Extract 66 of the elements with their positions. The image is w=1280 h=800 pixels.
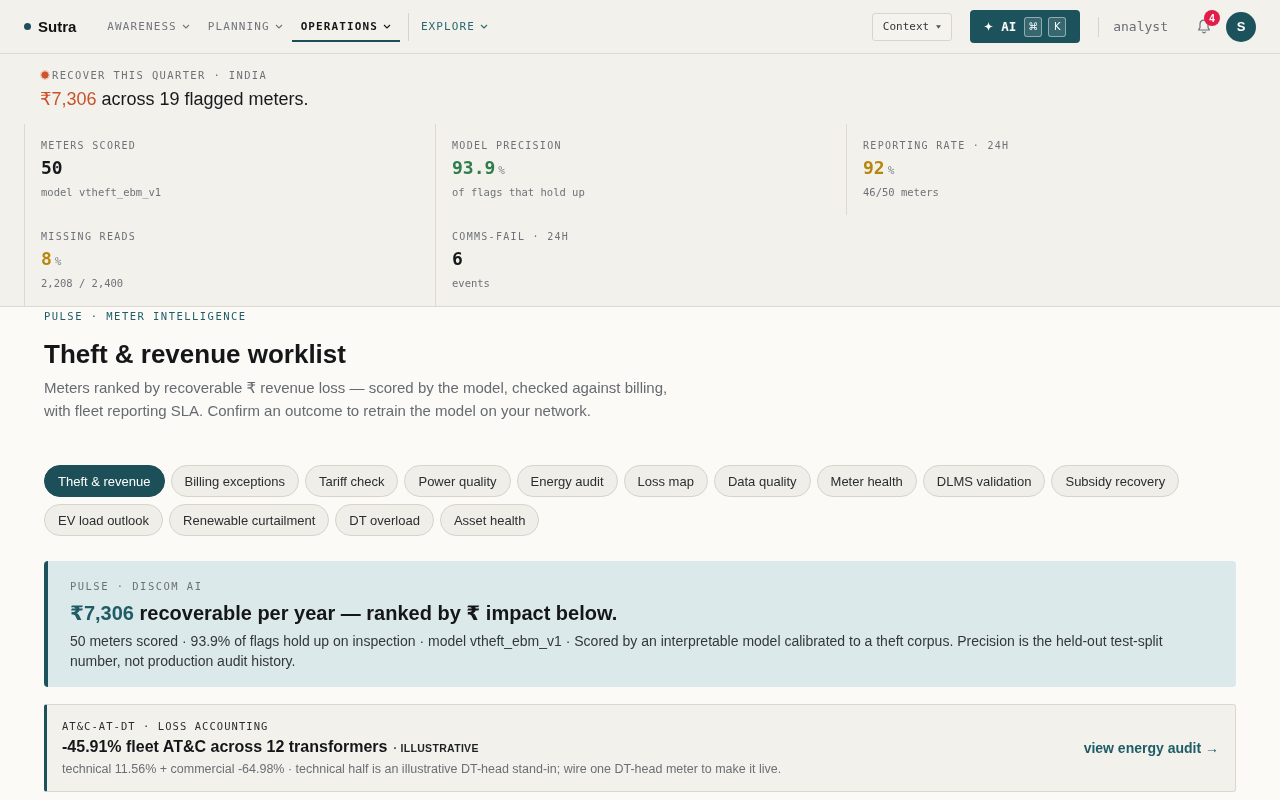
context-button[interactable]: Context: [871, 12, 953, 41]
worklist-tab[interactable]: Data quality: [713, 465, 811, 497]
kpi-value: 6: [452, 248, 463, 270]
user-avatar[interactable]: S: [1226, 11, 1256, 42]
ai-button[interactable]: AI ⌘ K: [970, 10, 1081, 43]
caret-icon: [479, 24, 488, 29]
summary-eyebrow: RECOVER THIS QUARTER · INDIA: [52, 69, 268, 81]
kpi-caption: 2,208 / 2,400: [41, 277, 125, 290]
insight-headline: ₹7,306 recoverable per year — ranked by ₹ impact below.: [70, 601, 619, 626]
loss-headline: -45.91% fleet AT&C across 12 transformers: [62, 736, 388, 757]
kpi-unit: %: [54, 255, 62, 268]
brand-name[interactable]: Sutra: [38, 18, 77, 35]
kpi-caption: 46/50 meters: [863, 186, 940, 199]
nav-menu-tab[interactable]: AWARENESS: [98, 13, 199, 42]
notification-count: 4: [1204, 10, 1220, 26]
explore-menu[interactable]: EXPLORE: [411, 13, 497, 42]
worklist-tab[interactable]: Theft & revenue: [44, 465, 165, 497]
worklist-tab[interactable]: Tariff check: [304, 465, 399, 497]
summary-headline: ₹7,306 across 19 flagged meters.: [40, 88, 310, 110]
user-role: analyst: [1113, 19, 1168, 34]
loss-eyebrow: AT&C-AT-DT · LOSS ACCOUNTING: [62, 719, 270, 732]
loss-note: technical 11.56% + commercial -64.98% · technical half is an illustrative DT-head stand-in; wire one DT-head meter to make it live.: [62, 760, 783, 777]
shortcut-key: ⌘: [1024, 16, 1043, 37]
kpi-label: MISSING READS: [41, 231, 138, 243]
page-title: Theft & revenue worklist: [44, 338, 347, 370]
shortcut-key: K: [1048, 16, 1067, 37]
page-description: Meters ranked by recoverable ₹ revenue loss — scored by the model, checked against billing, with fleet reporting SLA. Confirm an outcome to retrain the model on your network.: [44, 378, 669, 421]
illustrative-label: · ILLUSTRATIVE: [393, 741, 479, 754]
nav-menu-tab[interactable]: PLANNING: [198, 13, 292, 42]
view-energy-audit-link[interactable]: view energy audit →: [1083, 740, 1219, 756]
caret-icon: [274, 24, 283, 29]
worklist-tab[interactable]: Power quality: [404, 465, 511, 497]
kpi-unit: %: [498, 164, 505, 177]
sparkle-icon: [984, 22, 994, 31]
kpi-unit: %: [887, 164, 895, 177]
kpi-caption: model vtheft_ebm_v1: [41, 186, 163, 199]
worklist-tab[interactable]: Renewable curtailment: [169, 504, 330, 536]
insight-eyebrow: PULSE · DISCOM AI: [70, 580, 204, 592]
kpi-label: MODEL PRECISION: [452, 140, 563, 152]
caret-icon: [382, 24, 391, 29]
worklist-tab[interactable]: Billing exceptions: [170, 465, 299, 497]
kpi-label: COMMS-FAIL · 24H: [452, 231, 571, 243]
insight-text: 50 meters scored · 93.9% of flags hold up on inspection · model vtheft_ebm_v1 · Scored by an interpretable model calibrated to a theft corpus. Precision is the held-out test-split number, not production audit history.: [70, 632, 1164, 671]
kpi-value: 50: [41, 157, 63, 179]
worklist-tab[interactable]: DLMS validation: [922, 465, 1046, 497]
kpi-label: METERS SCORED: [41, 140, 138, 152]
bell-icon[interactable]: [1197, 19, 1211, 34]
kpi-label: REPORTING RATE · 24H: [863, 140, 1011, 152]
kpi-value: 8: [41, 248, 52, 270]
worklist-tab[interactable]: Energy audit: [516, 465, 618, 497]
worklist-tab[interactable]: Subsidy recovery: [1051, 465, 1180, 497]
logo-dot-icon: [24, 23, 31, 30]
live-dot-icon: [40, 70, 50, 80]
nav-menu-tab[interactable]: OPERATIONS: [291, 13, 400, 42]
caret-icon: [181, 24, 190, 29]
kpi-value: 93.9: [452, 157, 496, 179]
worklist-tab[interactable]: DT overload: [335, 504, 434, 536]
kpi-caption: of flags that hold up: [452, 186, 586, 199]
section-eyebrow: PULSE · METER INTELLIGENCE: [44, 310, 248, 322]
worklist-tab[interactable]: EV load outlook: [44, 504, 164, 536]
kpi-caption: events: [452, 277, 491, 290]
worklist-tab[interactable]: Meter health: [816, 465, 917, 497]
worklist-tab[interactable]: Asset health: [439, 504, 540, 536]
worklist-tab[interactable]: Loss map: [623, 465, 708, 497]
kpi-value: 92: [863, 157, 885, 179]
caret-icon: [936, 24, 942, 29]
